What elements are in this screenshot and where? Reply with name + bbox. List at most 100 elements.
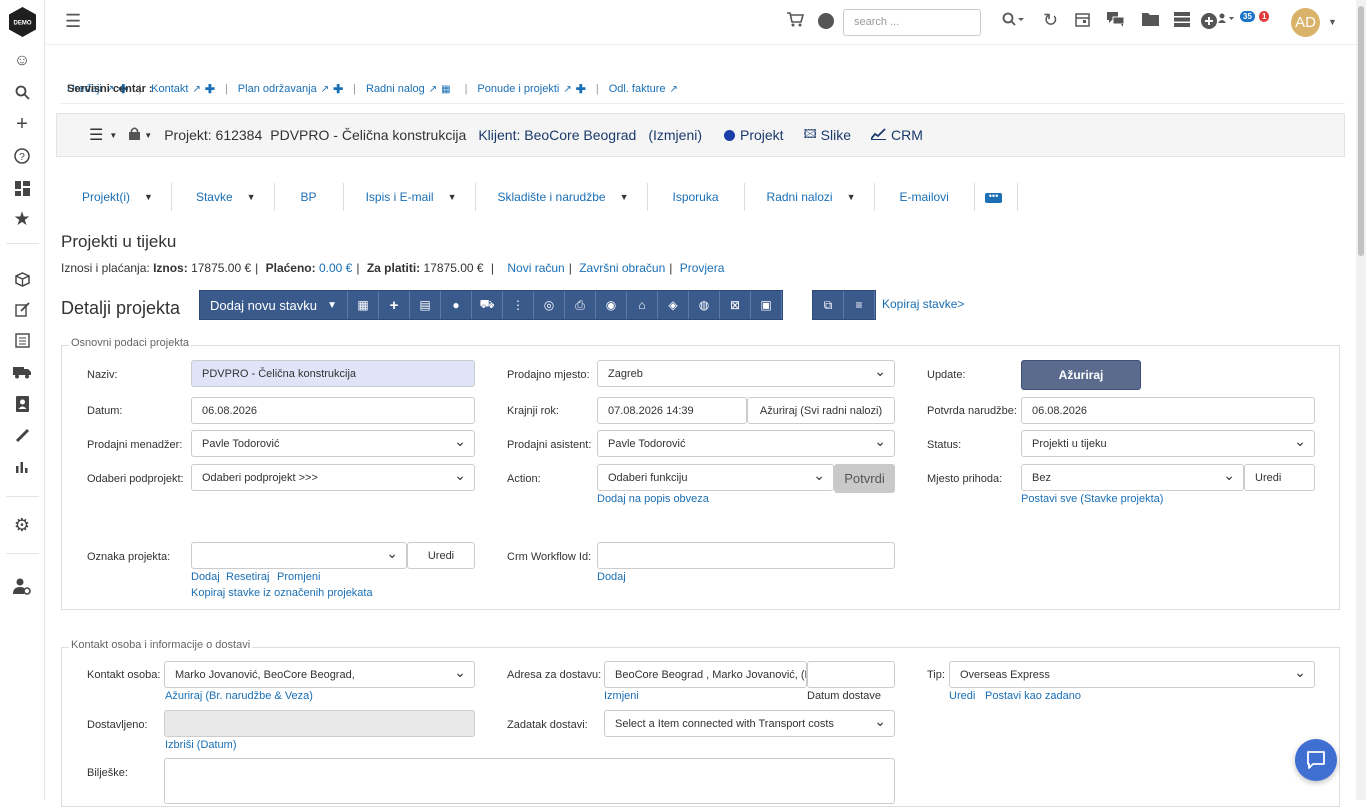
tab-bp[interactable]: BP [275, 183, 344, 211]
datum-dostave-field[interactable] [807, 661, 895, 688]
tab-skladiste[interactable]: Skladište i narudžbe ▼ [476, 183, 648, 211]
plus-icon[interactable]: ✚ [333, 82, 343, 96]
new-invoice-link[interactable]: Novi račun [507, 261, 564, 275]
external-link-icon[interactable]: ↗ [429, 84, 437, 95]
plus-icon[interactable]: ✚ [576, 82, 586, 96]
tip-default-link[interactable]: Postavi kao zadano [985, 690, 1081, 702]
app-logo[interactable]: DEMO [8, 6, 37, 38]
box-icon[interactable]: ◈ [658, 291, 689, 319]
mjesto-select[interactable]: Zagreb [597, 360, 895, 387]
copy-from-projects-link[interactable]: Kopiraj stavke iz označenih projekata [191, 587, 373, 599]
menu-icon[interactable]: ☰ [65, 11, 81, 32]
dashboard-icon[interactable] [12, 178, 32, 198]
oznaka-select[interactable] [191, 542, 407, 569]
oznaka-edit-button[interactable]: Uredi [407, 542, 475, 569]
user-icon[interactable]: ● [441, 291, 472, 319]
change-client-link[interactable]: (Izmjeni) [648, 127, 702, 143]
adresa-change-link[interactable]: Izmjeni [604, 690, 639, 702]
search-icon[interactable] [12, 82, 32, 102]
oznaka-change-link[interactable]: Promjeni [277, 571, 320, 583]
handshake-icon[interactable]: ⊠ [720, 291, 751, 319]
folder-icon[interactable] [1142, 12, 1159, 31]
edit-icon[interactable] [12, 299, 32, 319]
refresh-icon[interactable]: ↻ [1043, 10, 1058, 31]
tip-select[interactable]: Overseas Express [949, 661, 1315, 688]
link-plan-odrzavanja[interactable]: Plan održavanja [238, 83, 317, 95]
check-link[interactable]: Provjera [680, 261, 725, 275]
amount-paid[interactable]: 0.00 € [319, 261, 352, 275]
adresa-select[interactable]: BeoCore Beograd , Marko Jovanović, (M [604, 661, 807, 688]
dostavljeno-field[interactable] [164, 710, 475, 737]
more-icon[interactable]: ••• [985, 192, 1002, 203]
datum-field[interactable]: 06.08.2026 [191, 397, 475, 424]
copy-icon[interactable]: ⧉ [813, 291, 844, 319]
rok-update-button[interactable]: Ažuriraj (Svi radni nalozi) [747, 397, 895, 424]
link-odl-fakture[interactable]: Odl. fakture [609, 83, 666, 95]
plus-icon[interactable]: ✚ [205, 82, 215, 96]
chat-button[interactable] [1295, 739, 1337, 781]
avatar[interactable]: AD [1291, 8, 1320, 37]
smile-icon[interactable]: ☺ [12, 51, 32, 71]
crm-menu[interactable]: CRM [870, 127, 923, 143]
list-icon[interactable] [12, 330, 32, 350]
external-link-icon[interactable]: ↗ [563, 84, 571, 95]
tab-projekti[interactable]: Projekt(i) ▼ [62, 183, 172, 211]
lock-icon[interactable] [129, 127, 141, 143]
add-user-icon[interactable] [1201, 12, 1235, 35]
help-icon[interactable]: ? [12, 146, 32, 166]
chevron-down-icon[interactable]: ▼ [144, 131, 152, 140]
server-icon[interactable] [1174, 12, 1190, 32]
link-ponude-projekti[interactable]: Ponude i projekti [477, 83, 559, 95]
naziv-field[interactable]: PDVPRO - Čelična konstrukcija [191, 360, 475, 387]
tab-ispis-email[interactable]: Ispis i E-mail ▼ [344, 183, 476, 211]
prihod-edit-button[interactable]: Uredi [1244, 464, 1315, 491]
grid-icon[interactable]: ▦ [348, 291, 379, 319]
zadatak-select[interactable]: Select a Item connected with Transport c… [604, 710, 895, 737]
plus-icon[interactable]: + [379, 291, 410, 319]
box-icon[interactable] [12, 269, 32, 289]
link-radni-nalog[interactable]: Radni nalog [366, 83, 425, 95]
link-kontakt[interactable]: Kontakt [151, 83, 188, 95]
osoba-select[interactable]: Marko Jovanović, BeoCore Beograd, [164, 661, 475, 688]
file-excel-icon[interactable]: ▤ [410, 291, 441, 319]
page-scrollbar[interactable] [1356, 0, 1366, 800]
print-icon[interactable]: ⎙ [565, 291, 596, 319]
confirm-button[interactable]: Potvrdi [834, 464, 895, 493]
tab-isporuka[interactable]: Isporuka [648, 183, 745, 211]
menu-icon[interactable]: ☰ [89, 125, 103, 145]
oznaka-add-link[interactable]: Dodaj [191, 571, 220, 583]
final-invoice-link[interactable]: Završni obračun [579, 261, 665, 275]
oznaka-reset-link[interactable]: Resetiraj [226, 571, 269, 583]
user-settings-icon[interactable] [12, 576, 32, 596]
status-select[interactable]: Projekti u tijeku [1021, 430, 1315, 457]
tab-radni-nalozi[interactable]: Radni nalozi ▼ [745, 183, 875, 211]
contacts-icon[interactable] [12, 394, 32, 414]
chat-icon[interactable] [1107, 12, 1125, 32]
status-dot-icon[interactable] [818, 13, 834, 34]
external-link-icon[interactable]: ↗ [321, 84, 329, 95]
plus-icon[interactable]: + [12, 113, 32, 135]
pencil-icon[interactable] [12, 425, 32, 445]
search-icon[interactable] [1002, 12, 1024, 32]
external-link-icon[interactable]: ↗ [670, 84, 678, 95]
add-to-tasks-link[interactable]: Dodaj na popis obveza [597, 493, 709, 505]
cart-icon[interactable] [787, 12, 805, 32]
action-select[interactable]: Odaberi funkciju [597, 464, 834, 491]
images-menu[interactable]: 🖾 Slike [804, 125, 851, 146]
add-item-button[interactable]: Dodaj novu stavku ▼ [200, 291, 348, 319]
coins-icon[interactable]: ◉ [596, 291, 627, 319]
potvrda-field[interactable]: 06.08.2026 [1021, 397, 1315, 424]
menadzer-select[interactable]: Pavle Todorović [191, 430, 475, 457]
notes-textarea[interactable] [164, 758, 895, 804]
crm-field[interactable] [597, 542, 895, 569]
external-link-icon[interactable]: ↗ [192, 84, 200, 95]
rok-field[interactable]: 07.08.2026 14:39 [597, 397, 747, 424]
asistent-select[interactable]: Pavle Todorović [597, 430, 895, 457]
truck-icon[interactable] [12, 362, 32, 382]
chart-bar-icon[interactable] [12, 457, 32, 477]
prihod-select[interactable]: Bez [1021, 464, 1244, 491]
tab-stavke[interactable]: Stavke ▼ [172, 183, 275, 211]
project-menu[interactable]: Projekt [724, 127, 784, 143]
tab-emailovi[interactable]: E-mailovi [875, 183, 975, 211]
tip-edit-link[interactable]: Uredi [949, 690, 975, 702]
